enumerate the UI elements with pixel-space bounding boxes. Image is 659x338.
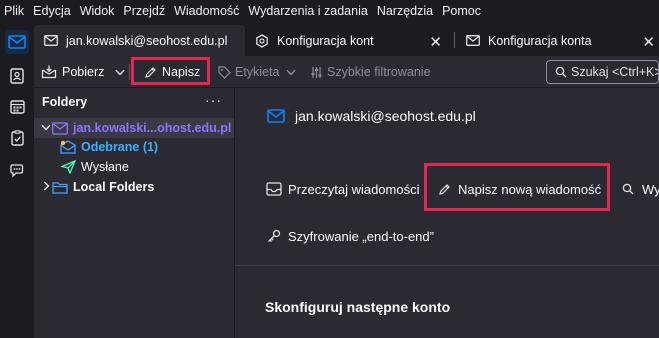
read-mail-icon xyxy=(266,181,282,197)
space-mail-button[interactable] xyxy=(5,30,29,54)
filter-icon xyxy=(311,66,322,78)
tab-account-settings[interactable]: Konfiguracja kont ✕ xyxy=(245,25,452,56)
inbox-label: Odebrane (1) xyxy=(81,140,159,154)
sent-label: Wysłane xyxy=(81,160,129,174)
read-messages-label: Przeczytaj wiadomości xyxy=(288,181,420,197)
sent-icon xyxy=(60,160,76,174)
inbox-icon xyxy=(60,140,76,154)
tab-account-label: jan.kowalski@seohost.edu.pl xyxy=(66,33,228,48)
account-title: jan.kowalski@seohost.edu.pl xyxy=(267,108,476,124)
write-new-highlight-box xyxy=(424,163,610,211)
chat-icon xyxy=(10,163,24,178)
mail-icon xyxy=(8,35,26,49)
mail-icon xyxy=(267,109,285,123)
setup-another-account-heading: Skonfiguruj następne konto xyxy=(265,299,451,315)
mail-icon xyxy=(466,34,480,48)
menu-edit[interactable]: Edycja xyxy=(33,4,71,18)
menu-message[interactable]: Wiadomość xyxy=(174,4,239,18)
search-messages-label: Wys xyxy=(642,181,659,197)
tag-label: Etykieta xyxy=(235,65,280,79)
folder-pane-title: Foldery xyxy=(42,95,88,109)
chevron-right-icon[interactable] xyxy=(40,180,52,194)
e2e-encryption-button[interactable]: Szyfrowanie „end-to-end” xyxy=(266,228,434,244)
search-messages-button[interactable]: Wys xyxy=(620,181,659,197)
close-icon[interactable]: ✕ xyxy=(642,33,655,51)
more-options-icon[interactable]: ··· xyxy=(205,92,222,108)
chevron-down-icon xyxy=(115,69,125,76)
e2e-encryption-label: Szyfrowanie „end-to-end” xyxy=(288,228,434,244)
tab-account[interactable]: jan.kowalski@seohost.edu.pl xyxy=(34,25,245,56)
section-divider xyxy=(235,265,659,266)
tab-bar: jan.kowalski@seohost.edu.pl Konfiguracja… xyxy=(34,22,659,56)
read-messages-button[interactable]: Przeczytaj wiadomości xyxy=(266,181,420,197)
folder-sent[interactable]: Wysłane xyxy=(34,157,234,177)
tag-icon xyxy=(218,65,231,79)
menubar: Plik Edycja Widok Przejdź Wiadomość Wyda… xyxy=(0,0,659,22)
account-title-text: jan.kowalski@seohost.edu.pl xyxy=(295,108,476,124)
tasks-icon xyxy=(10,130,24,146)
menu-view[interactable]: Widok xyxy=(80,4,115,18)
tab-account-settings-label: Konfiguracja kont xyxy=(277,33,374,48)
tag-button[interactable]: Etykieta xyxy=(218,61,296,83)
space-tasks-button[interactable] xyxy=(5,126,29,150)
tab-separator xyxy=(454,32,455,48)
menu-tools[interactable]: Narzędzia xyxy=(377,4,433,18)
tab-account-setup-label: Konfiguracja konta xyxy=(488,33,592,48)
search-icon xyxy=(555,66,567,78)
folder-icon xyxy=(52,180,68,194)
quick-filter-label: Szybkie filtrowanie xyxy=(327,65,431,79)
menu-file[interactable]: Plik xyxy=(4,4,24,18)
chevron-down-icon[interactable] xyxy=(40,123,52,134)
close-icon[interactable]: ✕ xyxy=(429,33,442,51)
search-placeholder: Szukaj <Ctrl+K> xyxy=(571,65,659,79)
folder-account[interactable]: jan.kowalski...ohost.edu.pl xyxy=(34,118,234,138)
folder-local[interactable]: Local Folders xyxy=(34,177,234,197)
chevron-down-icon xyxy=(286,69,296,76)
tab-account-setup[interactable]: Konfiguracja konta ✕ xyxy=(456,25,659,56)
menu-help[interactable]: Pomoc xyxy=(442,4,481,18)
spaces-toolbar xyxy=(0,22,34,338)
menu-events-tasks[interactable]: Wydarzenia i zadania xyxy=(248,4,367,18)
account-name: jan.kowalski...ohost.edu.pl xyxy=(73,121,232,135)
get-messages-dropdown[interactable] xyxy=(115,61,125,83)
write-highlight-box xyxy=(131,57,210,85)
folder-pane: Foldery ··· jan.kowalski...ohost.edu.pl … xyxy=(34,88,235,338)
quick-filter-button[interactable]: Szybkie filtrowanie xyxy=(310,61,431,83)
mail-icon xyxy=(44,34,58,48)
space-address-book-button[interactable] xyxy=(5,64,29,88)
toolbar-separator xyxy=(129,64,130,80)
space-chat-button[interactable] xyxy=(5,158,29,182)
account-central: jan.kowalski@seohost.edu.pl Przeczytaj w… xyxy=(235,88,659,338)
search-icon xyxy=(620,181,636,197)
settings-icon xyxy=(255,33,269,48)
search-input[interactable]: Szukaj <Ctrl+K> xyxy=(546,60,659,84)
get-messages-label: Pobierz xyxy=(62,65,105,79)
menu-go[interactable]: Przejdź xyxy=(123,4,165,18)
mail-toolbar: Pobierz Napisz Etykieta Szybkie filtrowa… xyxy=(34,56,659,88)
get-messages-button[interactable]: Pobierz xyxy=(41,61,104,83)
address-book-icon xyxy=(10,68,24,84)
local-folders-label: Local Folders xyxy=(73,180,155,194)
account-icon xyxy=(52,121,68,135)
space-calendar-button[interactable] xyxy=(5,94,29,118)
key-icon xyxy=(266,228,282,244)
download-icon xyxy=(41,65,57,79)
calendar-icon xyxy=(9,99,25,114)
folder-inbox[interactable]: Odebrane (1) xyxy=(34,137,234,157)
